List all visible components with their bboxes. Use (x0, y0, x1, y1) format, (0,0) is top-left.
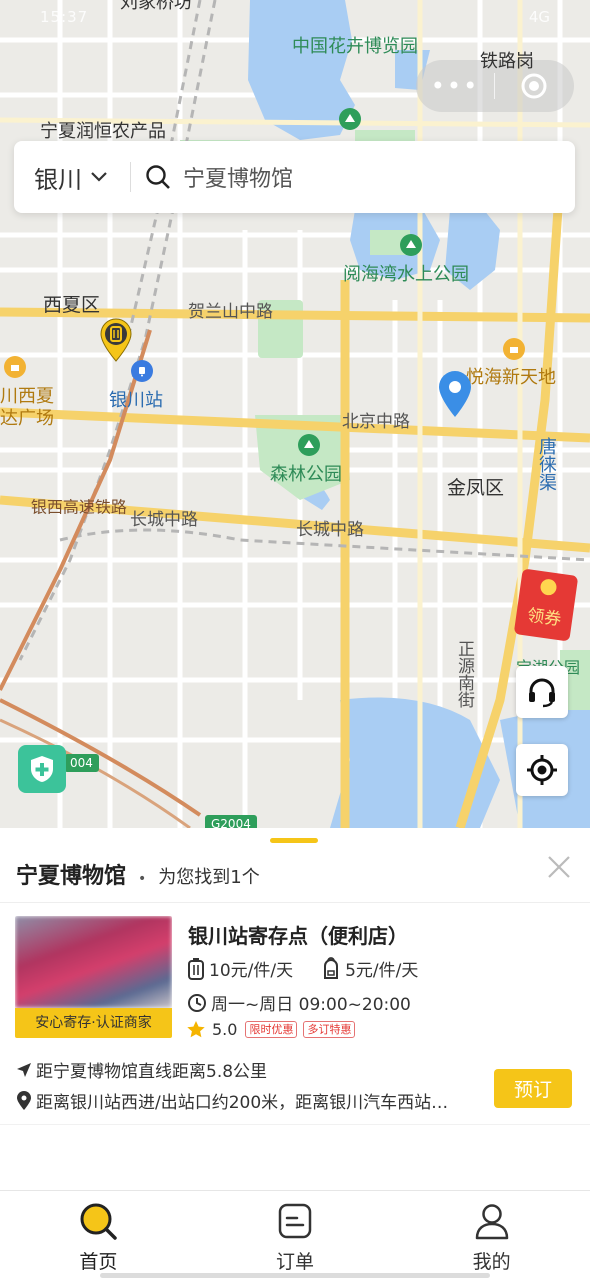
destination-pin-icon[interactable] (438, 370, 472, 422)
map-label-helanshan: 贺兰山中路 (188, 302, 273, 322)
city-selector[interactable]: 银川 (14, 160, 130, 195)
book-button[interactable]: 预订 (494, 1069, 572, 1108)
search-query: 宁夏博物馆 (183, 167, 294, 192)
rating-row: 5.0 限时优惠 多订特惠 (186, 1020, 356, 1039)
map-label-left-plaza-2: 达广场 (0, 408, 54, 429)
tab-orders[interactable]: 订单 (197, 1191, 394, 1280)
shield-plus-icon (31, 756, 53, 782)
promo-badge-limited: 限时优惠 (245, 1021, 298, 1038)
status-time: 15:37 (40, 8, 89, 26)
search-bar: 银川 宁夏博物馆 (14, 141, 575, 213)
coupon-label: 领券 (525, 605, 563, 631)
locate-button[interactable] (516, 744, 568, 796)
shopping-icon (4, 356, 26, 378)
promo-badge-multi: 多订特惠 (303, 1021, 356, 1038)
tab-home-label: 首页 (79, 1251, 118, 1273)
park-icon (298, 434, 320, 456)
search-icon (146, 165, 170, 189)
shopping-icon (503, 338, 525, 360)
certified-tag: 安心寄存·认证商家 (15, 1008, 172, 1038)
map-label-xixia: 西夏区 (43, 294, 101, 316)
hours-row: 周一~周日 09:00~20:00 (187, 990, 411, 1015)
distance-text: 距宁夏博物馆直线距离5.8公里 (36, 1062, 268, 1082)
coin-icon (539, 578, 558, 597)
tab-home[interactable]: 首页 (0, 1191, 197, 1280)
chevron-down-icon (91, 172, 107, 182)
map-label-left-plaza-1: 川西夏 (0, 386, 54, 407)
road-badge-g2004: G2004 (205, 815, 257, 828)
storage-marker[interactable] (99, 318, 133, 366)
map-label-liujia: 刘家桥坊 (120, 0, 192, 13)
status-network: 4G (528, 8, 550, 26)
store-image: 安心寄存·认证商家 (15, 916, 172, 1038)
map-label-changcheng-2: 长城中路 (296, 520, 364, 540)
map-label-runheng: 宁夏润恒农产品 (40, 121, 166, 142)
clock-icon (188, 993, 206, 1012)
map-label-zhengyuan: 正源南街 (454, 640, 474, 708)
store-rating: 5.0 (212, 1020, 238, 1039)
home-indicator (100, 1273, 490, 1278)
map-label-yuehai-new: 悦海新天地 (466, 367, 556, 388)
safety-shield-button[interactable] (18, 745, 66, 793)
result-title: 宁夏博物馆 (16, 864, 127, 889)
map-label-flower-expo: 中国花卉博览园 (292, 36, 418, 57)
luggage-icon (188, 957, 204, 980)
price-row: 10元/件/天 5元/件/天 (187, 956, 418, 981)
navigation-arrow-icon (17, 1062, 31, 1077)
tab-orders-label: 订单 (276, 1251, 315, 1273)
order-icon (278, 1203, 312, 1239)
map-label-forest-park: 森林公园 (270, 464, 342, 485)
map-view[interactable]: 15:37 4G ••• 刘家桥坊 中国花卉博览园 铁路岗 宁夏润恒农产品 阅海… (0, 0, 590, 828)
tab-profile-label: 我的 (472, 1251, 511, 1273)
target-circle-icon[interactable] (495, 72, 573, 100)
customer-service-button[interactable] (516, 666, 568, 718)
map-label-yuehai-park: 阅海湾水上公园 (343, 264, 469, 285)
map-label-beijing-road: 北京中路 (342, 412, 410, 432)
road-badge-004: 004 (64, 754, 99, 772)
map-label-changcheng-1: 长城中路 (130, 510, 198, 530)
park-icon (400, 234, 422, 256)
card-divider (0, 1124, 590, 1125)
tab-profile[interactable]: 我的 (393, 1191, 590, 1280)
map-label-tanglai: 唐徕渠 (536, 437, 557, 491)
sheet-drag-handle[interactable] (270, 838, 318, 843)
park-icon (339, 108, 361, 130)
map-label-railway: 铁路岗 (480, 51, 534, 72)
train-station-icon (131, 360, 153, 382)
close-icon (548, 856, 570, 878)
close-button[interactable] (546, 854, 572, 884)
backpack-icon (324, 956, 339, 979)
map-label-yinchuan-station: 银川站 (109, 390, 163, 411)
store-hours: 周一~周日 09:00~20:00 (211, 995, 411, 1015)
result-bullet: • (138, 871, 147, 887)
bottom-tab-bar: 首页 订单 我的 (0, 1190, 590, 1280)
store-photo (15, 916, 172, 1008)
store-name: 银川站寄存点（便利店） (188, 924, 408, 948)
address-text: 距离银川站西进/出站口约200米，距离银川汽车西站… (36, 1093, 449, 1113)
user-icon (475, 1204, 508, 1240)
map-label-jinfeng: 金凤区 (447, 477, 505, 499)
search-icon (80, 1203, 118, 1240)
search-input[interactable]: 宁夏博物馆 (131, 161, 293, 193)
locate-crosshair-icon (527, 755, 557, 785)
distance-row: 距宁夏博物馆直线距离5.8公里 (16, 1057, 267, 1082)
address-row: 距离银川站西进/出站口约200米，距离银川汽车西站… (16, 1088, 448, 1113)
result-count: 为您找到1个 (158, 867, 260, 888)
location-pin-icon (17, 1090, 31, 1110)
price-large: 10元/件/天 (209, 961, 294, 981)
city-label: 银川 (34, 165, 82, 194)
headset-icon (529, 678, 555, 708)
result-header: 宁夏博物馆 • 为您找到1个 (16, 858, 260, 890)
more-dots-icon[interactable]: ••• (416, 72, 494, 100)
star-icon (187, 1021, 205, 1038)
sheet-divider (0, 902, 590, 903)
coupon-button[interactable]: 领券 (513, 568, 579, 642)
result-sheet: 宁夏博物馆 • 为您找到1个 安心寄存·认证商家 银川站寄存点（便利店） 10元… (0, 828, 590, 1190)
price-small: 5元/件/天 (345, 961, 419, 981)
